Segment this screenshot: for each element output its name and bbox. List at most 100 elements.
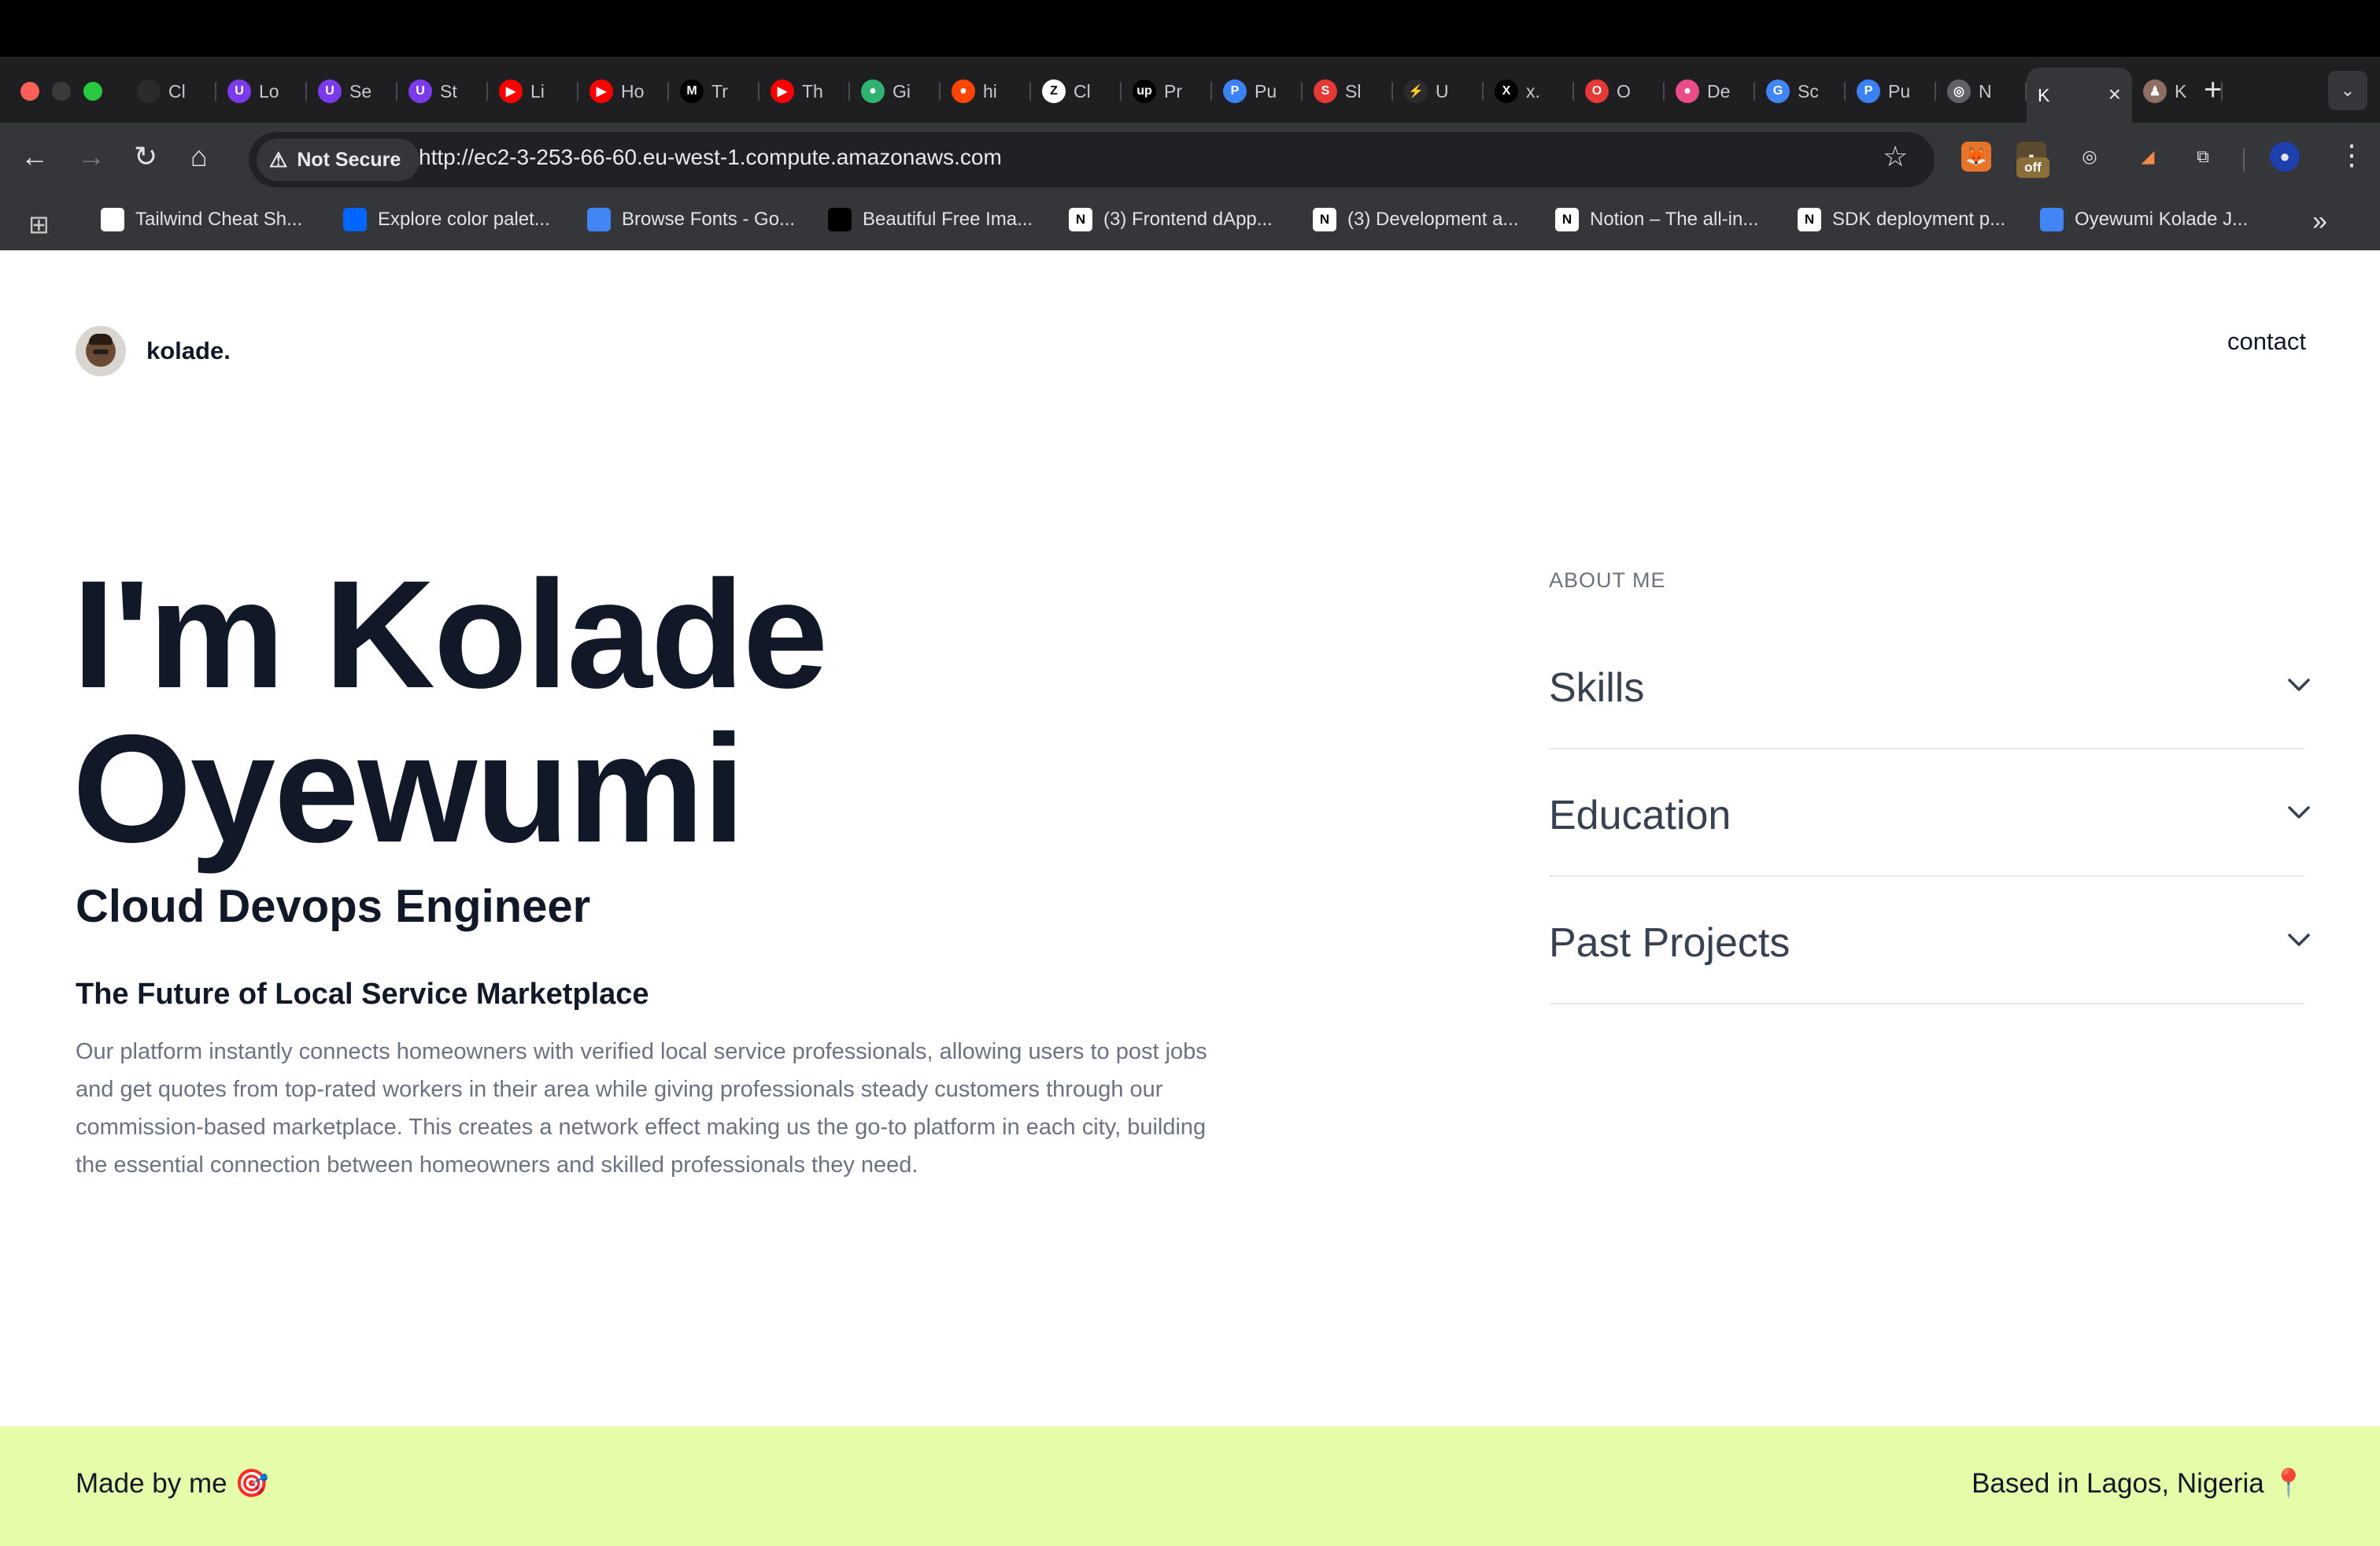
tab[interactable]: ● hi bbox=[941, 68, 1031, 115]
new-tab-button[interactable]: + bbox=[2204, 72, 2222, 108]
warning-icon: ⚠ bbox=[269, 147, 288, 172]
tab[interactable]: ● De bbox=[1665, 68, 1755, 115]
site-brand[interactable]: kolade. bbox=[76, 326, 231, 376]
tab[interactable]: ▶ Ho bbox=[578, 68, 669, 115]
url-text[interactable]: http://ec2-3-253-66-60.eu-west-1.compute… bbox=[419, 145, 1002, 170]
minimize-window-button[interactable] bbox=[52, 82, 71, 101]
chevron-down-icon[interactable] bbox=[2287, 804, 2310, 822]
tagline: The Future of Local Service Marketplace bbox=[76, 978, 649, 1011]
tab[interactable]: ▶ Li bbox=[488, 68, 578, 115]
tab[interactable]: P Pu bbox=[1846, 68, 1936, 115]
tab[interactable]: G Sc bbox=[1755, 68, 1846, 115]
tab-label: Ho bbox=[621, 80, 645, 102]
description: Our platform instantly connects homeowne… bbox=[76, 1039, 1207, 1178]
tab[interactable]: U Lo bbox=[216, 68, 307, 115]
tab[interactable]: ● Gi bbox=[850, 68, 941, 115]
tab[interactable]: S Sl bbox=[1303, 68, 1393, 115]
forward-arrow-icon[interactable]: → bbox=[77, 140, 105, 173]
footer-credit: Made by me 🎯 bbox=[76, 1468, 269, 1499]
notion-icon: N bbox=[1798, 208, 1821, 231]
bookmark-label: Explore color palet... bbox=[378, 209, 550, 230]
security-chip[interactable]: ⚠ Not Secure bbox=[257, 139, 420, 181]
tab-label: Cl bbox=[1074, 80, 1091, 102]
tab-label: St bbox=[440, 80, 457, 102]
accordion-item-education[interactable]: Education bbox=[1549, 749, 2310, 877]
youtube-icon: ▶ bbox=[771, 80, 794, 103]
target-extension-icon[interactable]: ◎ bbox=[2075, 142, 2105, 172]
footer-location: Based in Lagos, Nigeria 📍 bbox=[1972, 1468, 2306, 1499]
notion-icon: N bbox=[1313, 208, 1336, 231]
megaphone-extension-icon[interactable]: ◢ bbox=[2133, 142, 2163, 172]
youtube-icon: ▶ bbox=[589, 80, 613, 103]
tab[interactable]: up Pr bbox=[1122, 68, 1212, 115]
reload-icon[interactable]: ↻ bbox=[134, 140, 157, 173]
close-tab-icon[interactable]: × bbox=[2108, 82, 2121, 107]
more-menu-icon[interactable]: ⋮ bbox=[2338, 139, 2366, 172]
u-logo-icon: U bbox=[227, 80, 251, 103]
tab[interactable]: Z Cl bbox=[1031, 68, 1122, 115]
maximize-window-button[interactable] bbox=[83, 82, 102, 101]
tab[interactable]: OO bbox=[1574, 68, 1665, 115]
tab-active[interactable]: K × bbox=[2027, 68, 2132, 123]
accordion-item-past-projects[interactable]: Past Projects bbox=[1549, 877, 2310, 1004]
bookmark-label: Oyewumi Kolade J... bbox=[2075, 209, 2249, 230]
tab[interactable]: Cl bbox=[126, 68, 216, 115]
contact-link[interactable]: contact bbox=[2227, 327, 2306, 356]
tab[interactable]: U St bbox=[397, 68, 488, 115]
bookmark-label: (3) Development a... bbox=[1347, 209, 1519, 230]
profile-avatar-icon[interactable]: ● bbox=[2270, 142, 2300, 172]
tab-search-button[interactable]: ⌄ bbox=[2328, 71, 2367, 110]
brand-name: kolade. bbox=[146, 337, 231, 364]
file-icon bbox=[137, 80, 161, 103]
puzzle-extensions-icon[interactable]: ⧉ bbox=[2188, 142, 2218, 172]
bookmark-label: Browse Fonts - Go... bbox=[622, 209, 796, 230]
tab-label: Li bbox=[530, 80, 545, 102]
tab[interactable]: M Tr bbox=[669, 68, 759, 115]
bookmark-item[interactable]: Browse Fonts - Go... bbox=[587, 208, 795, 231]
accordion-item-skills[interactable]: Skills bbox=[1549, 622, 2310, 749]
back-arrow-icon[interactable]: ← bbox=[20, 140, 49, 173]
more-bookmarks-icon[interactable]: » bbox=[2312, 206, 2327, 237]
medium-icon: M bbox=[680, 80, 704, 103]
bookmark-item[interactable]: N (3) Frontend dApp... bbox=[1069, 208, 1273, 231]
apps-grid-icon[interactable]: ⊞ bbox=[28, 209, 50, 239]
tab[interactable]: ◎ N bbox=[1936, 68, 2027, 115]
notion-icon: N bbox=[1555, 208, 1579, 231]
tab-label: Tr bbox=[711, 80, 728, 102]
bookmark-item[interactable]: Beautiful Free Ima... bbox=[828, 208, 1033, 231]
upwork-icon: up bbox=[1133, 80, 1156, 103]
bookmark-item[interactable]: Oyewumi Kolade J... bbox=[2040, 208, 2248, 231]
tab-label: Sc bbox=[1798, 80, 1819, 102]
tab-label: x. bbox=[1526, 80, 1540, 102]
bookmark-item[interactable]: N SDK deployment p... bbox=[1798, 208, 2005, 231]
opera-icon: O bbox=[1585, 80, 1609, 103]
unsplash-icon bbox=[828, 208, 852, 231]
bookmark-item[interactable]: Explore color palet... bbox=[343, 208, 550, 231]
tab-label: De bbox=[1707, 80, 1731, 102]
tab[interactable]: P Pu bbox=[1212, 68, 1303, 115]
bookmark-item[interactable]: N Notion – The all-in... bbox=[1555, 208, 1758, 231]
tab[interactable]: ▶ Th bbox=[759, 68, 850, 115]
hero-title: I'm Kolade Oyewumi bbox=[72, 557, 1174, 866]
tab-label: Se bbox=[349, 80, 372, 102]
tab[interactable]: Xx. bbox=[1484, 68, 1574, 115]
tab[interactable]: U Se bbox=[307, 68, 397, 115]
close-window-button[interactable] bbox=[20, 82, 39, 101]
tab-label: U bbox=[1436, 80, 1449, 102]
metamask-extension-icon[interactable]: 🦊 bbox=[1961, 142, 1991, 172]
bookmark-item[interactable]: N (3) Development a... bbox=[1313, 208, 1518, 231]
chevron-down-icon[interactable] bbox=[2287, 677, 2310, 694]
bookmark-star-icon[interactable]: ☆ bbox=[1883, 140, 1908, 173]
bookmark-item[interactable]: Tailwind Cheat Sh... bbox=[101, 208, 302, 231]
tab[interactable]: ⚡ U bbox=[1393, 68, 1484, 115]
tab-label: Gi bbox=[893, 80, 911, 102]
tab-label: Pr bbox=[1164, 80, 1182, 102]
chrome-icon: ◎ bbox=[1947, 80, 1971, 103]
notion-icon: N bbox=[1069, 208, 1092, 231]
avatar bbox=[76, 326, 126, 376]
youtube-icon: ▶ bbox=[499, 80, 523, 103]
bookmark-label: Notion – The all-in... bbox=[1590, 209, 1759, 230]
hero-subtitle: Cloud Devops Engineer bbox=[76, 881, 591, 932]
home-icon[interactable]: ⌂ bbox=[190, 140, 208, 173]
chevron-down-icon[interactable] bbox=[2287, 932, 2310, 949]
